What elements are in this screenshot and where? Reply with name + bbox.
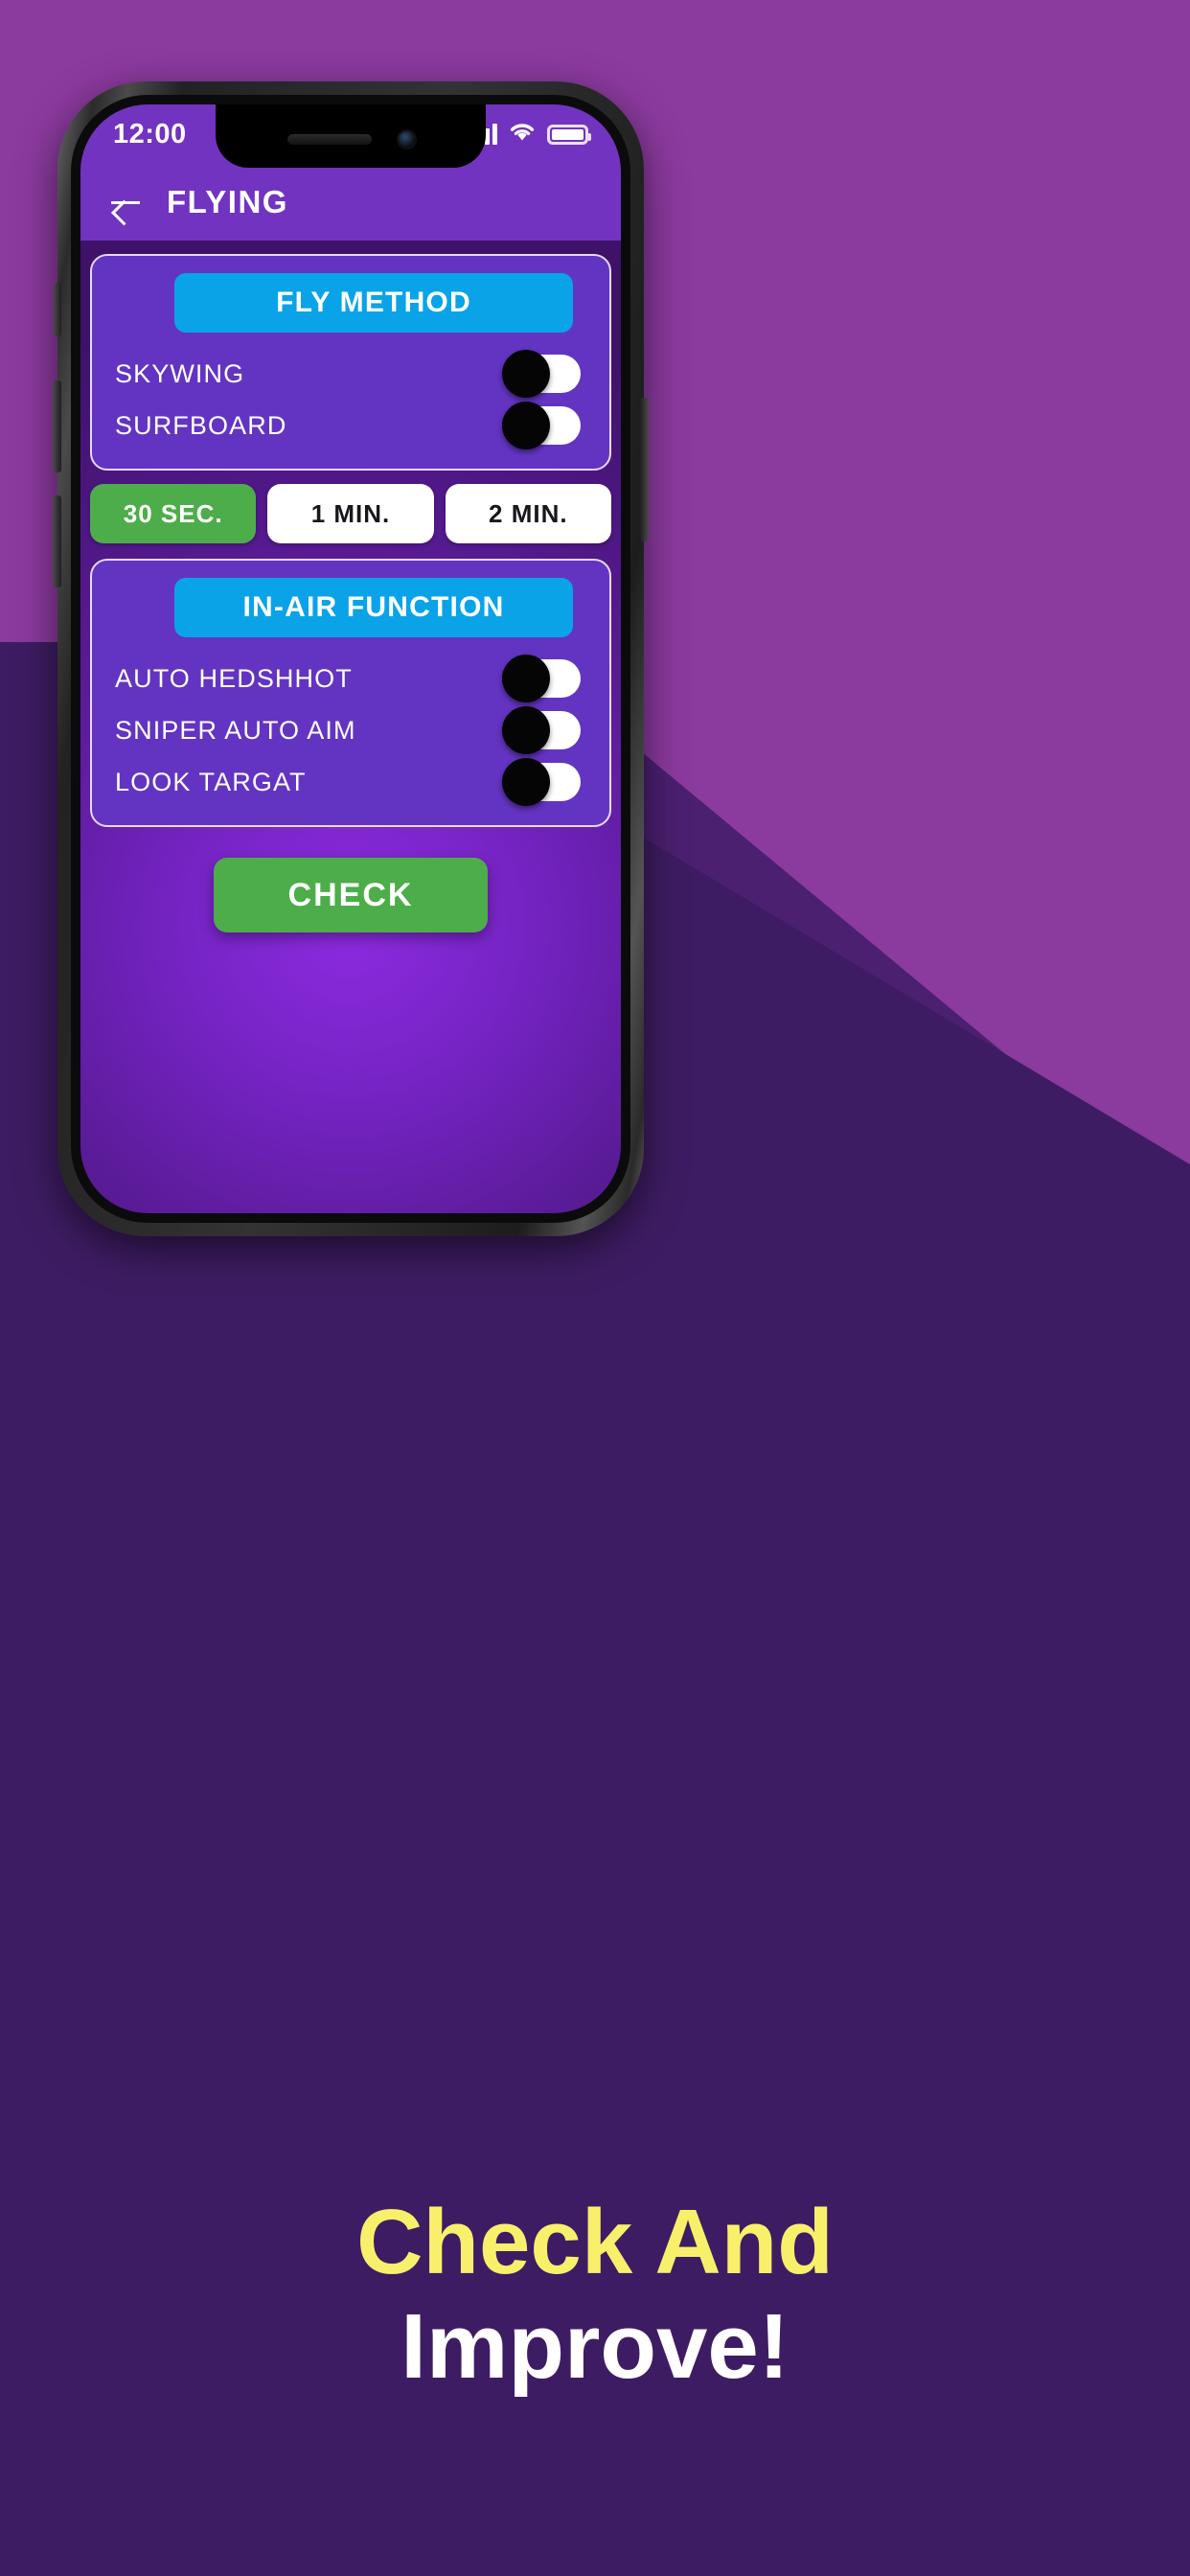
headline-line-2: Improve! (400, 2295, 790, 2399)
toggle-knob (502, 655, 550, 702)
row-sniper-auto-aim[interactable]: SNIPER AUTO AIM (107, 704, 594, 756)
duration-option-1-min[interactable]: 1 MIN. (267, 484, 434, 543)
row-look-target[interactable]: LOOK TARGAT (107, 756, 594, 808)
status-bar: 12:00 (80, 104, 621, 168)
phone-volume-up-button[interactable] (53, 380, 61, 472)
toggle-sniper-auto-aim[interactable] (502, 706, 581, 754)
phone-power-button[interactable] (640, 398, 649, 541)
promo-headline: Check And Improve! (0, 2190, 1190, 2400)
check-button-container: CHECK (90, 840, 611, 932)
duration-selector: 30 SEC. 1 MIN. 2 MIN. (90, 484, 611, 559)
toggle-skywing[interactable] (502, 350, 581, 398)
toggle-knob (502, 350, 550, 398)
promo-screenshot: 12:00 FLYING FLY METHOD SKYWING SURFBOAR… (0, 0, 1190, 2576)
phone-volume-down-button[interactable] (53, 495, 61, 587)
wifi-icon (509, 122, 536, 148)
toggle-look-target[interactable] (502, 758, 581, 806)
row-skywing[interactable]: SKYWING (107, 348, 594, 400)
row-label: SURFBOARD (115, 410, 287, 440)
status-bar-time: 12:00 (113, 118, 187, 150)
phone-mockup: 12:00 FLYING FLY METHOD SKYWING SURFBOAR… (53, 81, 649, 1236)
row-surfboard[interactable]: SURFBOARD (107, 400, 594, 451)
duration-option-30-sec[interactable]: 30 SEC. (90, 484, 257, 543)
row-label: LOOK TARGAT (115, 767, 307, 796)
phone-notch (216, 104, 486, 168)
back-arrow-icon[interactable] (109, 186, 142, 218)
status-bar-icons (469, 122, 591, 148)
row-auto-headshot[interactable]: AUTO HEDSHHOT (107, 653, 594, 704)
app-root: 12:00 FLYING FLY METHOD SKYWING SURFBOAR… (80, 104, 621, 1213)
earpiece-speaker-icon (286, 133, 372, 145)
row-label: AUTO HEDSHHOT (115, 663, 353, 693)
check-button[interactable]: CHECK (214, 858, 488, 932)
headline-line-1: Check And (356, 2191, 834, 2293)
toggle-knob (502, 706, 550, 754)
row-label: SKYWING (115, 358, 245, 388)
toggle-knob (502, 402, 550, 449)
front-camera-icon (398, 130, 415, 148)
battery-full-icon (547, 124, 591, 145)
in-air-function-header[interactable]: IN-AIR FUNCTION (174, 578, 573, 637)
row-label: SNIPER AUTO AIM (115, 715, 356, 745)
fly-method-card: FLY METHOD SKYWING SURFBOARD (90, 254, 611, 471)
phone-screen: 12:00 FLYING FLY METHOD SKYWING SURFBOAR… (80, 104, 621, 1213)
app-bar: FLYING (80, 164, 621, 241)
fly-method-header[interactable]: FLY METHOD (174, 273, 573, 333)
app-content: FLY METHOD SKYWING SURFBOARD 30 SEC. 1 M… (80, 241, 621, 932)
page-title: FLYING (167, 184, 288, 219)
toggle-knob (502, 758, 550, 806)
toggle-surfboard[interactable] (502, 402, 581, 449)
in-air-function-card: IN-AIR FUNCTION AUTO HEDSHHOT SNIPER AUT… (90, 559, 611, 827)
duration-option-2-min[interactable]: 2 MIN. (445, 484, 611, 543)
phone-silent-switch[interactable] (54, 283, 61, 336)
toggle-auto-headshot[interactable] (502, 655, 581, 702)
